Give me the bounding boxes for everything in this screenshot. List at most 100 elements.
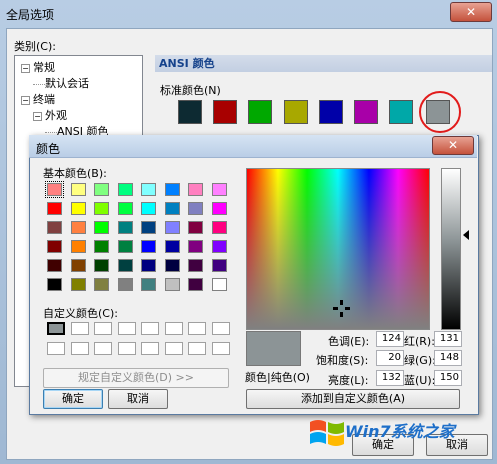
custom-color-swatch[interactable] (164, 322, 183, 335)
custom-color-swatch[interactable] (94, 342, 112, 355)
ansi-color-swatch[interactable] (354, 100, 378, 124)
custom-color-swatch[interactable] (211, 342, 230, 355)
custom-color-swatch[interactable] (117, 322, 136, 335)
luminance-arrow-icon[interactable] (463, 230, 469, 240)
basic-color-swatch[interactable] (188, 202, 203, 215)
luminance-slider[interactable] (441, 168, 461, 330)
basic-color-swatch[interactable] (188, 183, 203, 196)
custom-color-swatch[interactable] (94, 322, 112, 335)
basic-color-swatch[interactable] (164, 240, 180, 253)
ansi-color-swatch[interactable] (248, 100, 272, 124)
basic-color-swatch[interactable] (94, 259, 109, 272)
basic-color-swatch[interactable] (188, 240, 203, 253)
basic-color-swatch[interactable] (211, 183, 227, 196)
basic-color-swatch[interactable] (117, 183, 133, 196)
preview-label: 颜色|纯色(O) (245, 371, 310, 384)
green-label: 绿(G): (404, 354, 436, 367)
red-label: 红(R): (404, 335, 435, 348)
ansi-color-swatch[interactable] (319, 100, 343, 124)
basic-color-swatch[interactable] (94, 240, 109, 253)
basic-color-swatch[interactable] (117, 221, 133, 234)
custom-color-swatch[interactable] (47, 342, 65, 355)
basic-color-swatch[interactable] (188, 259, 203, 272)
tree-item[interactable]: 默认会话 (33, 75, 89, 91)
basic-color-swatch[interactable] (70, 202, 86, 215)
basic-color-swatch[interactable] (211, 259, 227, 272)
basic-color-swatch[interactable] (70, 278, 86, 291)
basic-color-swatch[interactable] (141, 183, 156, 196)
basic-color-swatch[interactable] (47, 221, 62, 234)
basic-color-swatch[interactable] (164, 183, 180, 196)
custom-color-swatch[interactable] (188, 342, 206, 355)
define-custom-colors-button[interactable]: 规定自定义颜色(D) >> (43, 368, 229, 388)
basic-color-swatch[interactable] (164, 259, 180, 272)
basic-color-swatch[interactable] (94, 278, 109, 291)
basic-color-swatch[interactable] (164, 221, 180, 234)
tree-expander-icon[interactable]: − (21, 95, 30, 105)
tree-item[interactable]: − 外观 (33, 107, 67, 123)
tree-item[interactable]: − 终端 (21, 91, 55, 107)
basic-color-swatch[interactable] (47, 278, 62, 291)
add-to-custom-colors-button[interactable]: 添加到自定义颜色(A) (246, 389, 460, 409)
basic-color-swatch[interactable] (47, 240, 62, 253)
saturation-field[interactable]: 20 (376, 350, 404, 366)
basic-color-swatch[interactable] (47, 202, 62, 215)
ansi-color-swatch[interactable] (389, 100, 413, 124)
tree-connector (45, 131, 57, 133)
custom-color-swatch[interactable] (70, 342, 89, 355)
basic-color-swatch[interactable] (141, 202, 156, 215)
basic-color-swatch[interactable] (70, 259, 86, 272)
custom-color-swatch[interactable] (47, 322, 65, 335)
color-preview (246, 331, 301, 366)
custom-color-swatch[interactable] (141, 342, 159, 355)
blue-field[interactable]: 150 (434, 370, 462, 386)
color-cancel-button[interactable]: 取消 (108, 389, 168, 409)
basic-color-swatch[interactable] (141, 278, 156, 291)
basic-color-swatch[interactable] (141, 259, 156, 272)
basic-color-swatch[interactable] (45, 181, 64, 198)
basic-color-swatch[interactable] (117, 202, 133, 215)
basic-color-swatch[interactable] (188, 278, 203, 291)
custom-color-swatch[interactable] (188, 322, 206, 335)
basic-color-swatch[interactable] (188, 221, 203, 234)
color-ok-button[interactable]: 确定 (43, 389, 103, 409)
close-button[interactable]: ✕ (450, 2, 492, 22)
hue-label: 色调(E): (328, 335, 370, 348)
ansi-color-swatch[interactable] (284, 100, 308, 124)
basic-color-swatch[interactable] (117, 259, 133, 272)
basic-color-swatch[interactable] (117, 240, 133, 253)
custom-color-swatch[interactable] (141, 322, 159, 335)
basic-color-swatch[interactable] (164, 278, 180, 291)
custom-color-swatch[interactable] (164, 342, 183, 355)
tree-item[interactable]: − 常规 (21, 59, 55, 75)
basic-color-swatch[interactable] (164, 202, 180, 215)
tree-expander-icon[interactable]: − (21, 63, 30, 73)
red-field[interactable]: 131 (434, 331, 462, 347)
custom-color-swatch[interactable] (70, 322, 89, 335)
basic-color-swatch[interactable] (94, 183, 109, 196)
basic-color-swatch[interactable] (70, 183, 86, 196)
blue-label: 蓝(U): (404, 374, 436, 387)
luminance-field[interactable]: 132 (376, 370, 404, 386)
basic-color-swatch[interactable] (211, 240, 227, 253)
custom-color-swatch[interactable] (211, 322, 230, 335)
basic-color-swatch[interactable] (211, 221, 227, 234)
basic-color-swatch[interactable] (70, 240, 86, 253)
basic-color-swatch[interactable] (141, 221, 156, 234)
ansi-color-swatch[interactable] (213, 100, 237, 124)
color-dialog-close-button[interactable]: ✕ (432, 136, 474, 155)
ansi-color-swatch[interactable] (178, 100, 202, 124)
hue-field[interactable]: 124 (376, 331, 404, 347)
basic-color-swatch[interactable] (70, 221, 86, 234)
tree-expander-icon[interactable]: − (33, 111, 42, 121)
custom-color-swatch[interactable] (117, 342, 136, 355)
basic-color-swatch[interactable] (211, 202, 227, 215)
basic-color-swatch[interactable] (94, 202, 109, 215)
saturation-label: 饱和度(S): (316, 354, 369, 367)
basic-color-swatch[interactable] (211, 278, 227, 291)
basic-color-swatch[interactable] (141, 240, 156, 253)
green-field[interactable]: 148 (434, 350, 462, 366)
basic-color-swatch[interactable] (117, 278, 133, 291)
basic-color-swatch[interactable] (47, 259, 62, 272)
basic-color-swatch[interactable] (94, 221, 109, 234)
